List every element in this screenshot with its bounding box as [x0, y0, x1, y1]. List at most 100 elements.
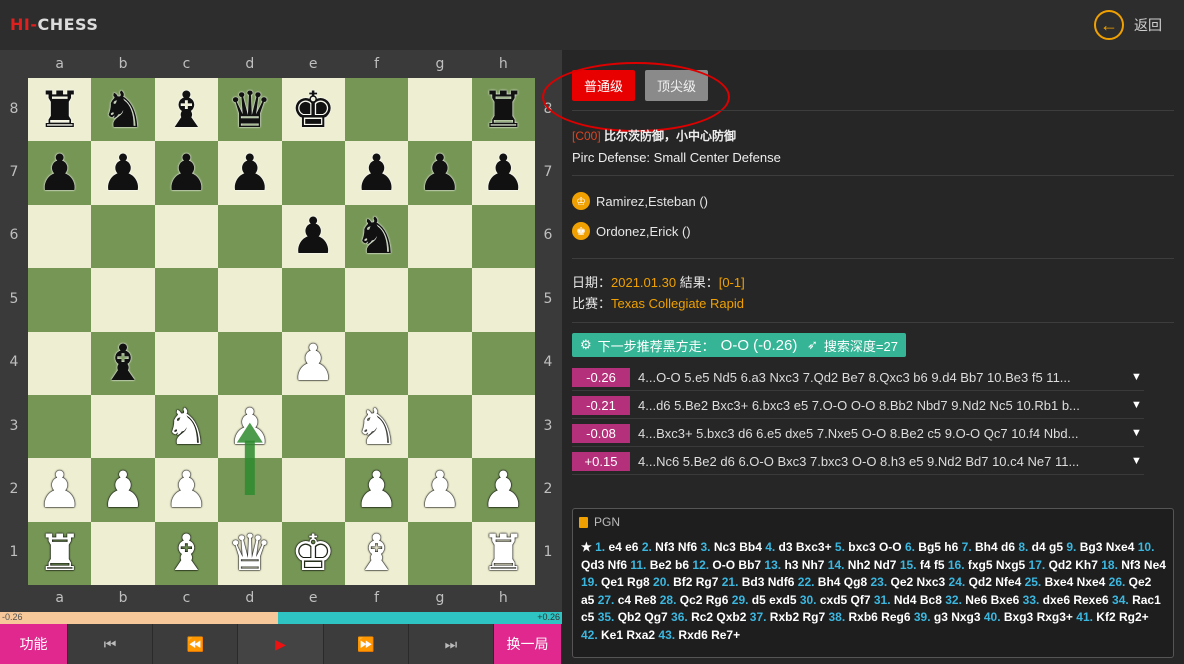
square-b2[interactable]: ♟ [91, 458, 155, 522]
white-pawn-icon[interactable]: ♟ [481, 465, 526, 515]
first-move-button[interactable]: ⏮ [68, 624, 154, 664]
square-f6[interactable]: ♞ [344, 204, 409, 269]
back-button[interactable]: ← 返回 [1094, 10, 1162, 40]
square-c7[interactable]: ♟ [154, 141, 219, 205]
square-e6[interactable]: ♟ [281, 204, 345, 269]
white-pawn-icon[interactable]: ♟ [37, 465, 82, 515]
square-c3[interactable]: ♞ [154, 394, 219, 459]
square-f8[interactable] [344, 78, 409, 142]
white-bishop-icon[interactable]: ♝ [164, 528, 209, 578]
move-pair[interactable]: Rxb6 Reg6 [848, 610, 913, 624]
square-h8[interactable]: ♜ [471, 78, 535, 142]
black-bishop-icon[interactable]: ♝ [164, 85, 209, 135]
square-b7[interactable]: ♟ [91, 141, 155, 205]
move-pair[interactable]: d3 Bxc3+ [779, 540, 835, 554]
square-d2[interactable] [218, 458, 282, 522]
black-pawn-icon[interactable]: ♟ [481, 148, 526, 198]
square-g3[interactable] [408, 394, 472, 459]
last-move-button[interactable]: ⏭ [408, 624, 495, 664]
move-pair[interactable]: Nd4 Bc8 [894, 593, 945, 607]
expand-icon[interactable]: ▼ [1131, 371, 1142, 383]
engine-line[interactable]: -0.21 4...d6 5.Be2 Bxc3+ 6.bxc3 e5 7.O-O … [572, 392, 1144, 419]
square-a6[interactable] [28, 204, 92, 269]
square-d3[interactable]: ♟ [218, 394, 282, 459]
square-b1[interactable] [91, 521, 155, 585]
square-d1[interactable]: ♛ [218, 521, 282, 585]
expand-icon[interactable]: ▼ [1131, 455, 1142, 467]
white-pawn-icon[interactable]: ♟ [164, 465, 209, 515]
square-f5[interactable] [344, 268, 409, 332]
square-c1[interactable]: ♝ [154, 521, 219, 585]
square-d4[interactable] [218, 331, 282, 395]
square-d7[interactable]: ♟ [218, 141, 282, 205]
expand-icon[interactable]: ▼ [1131, 427, 1142, 439]
black-knight-icon[interactable]: ♞ [354, 211, 399, 261]
square-e5[interactable] [281, 268, 345, 332]
square-a8[interactable]: ♜ [28, 78, 92, 142]
move-pair[interactable]: c4 Re8 [618, 593, 660, 607]
play-button[interactable]: ▶ [238, 624, 324, 664]
square-g7[interactable]: ♟ [408, 141, 472, 205]
square-f3[interactable]: ♞ [344, 394, 409, 459]
expand-icon[interactable]: ▼ [1131, 399, 1142, 411]
square-e3[interactable] [281, 394, 345, 459]
square-h6[interactable] [471, 204, 535, 269]
square-h2[interactable]: ♟ [471, 458, 535, 522]
move-pair[interactable]: d4 g5 [1032, 540, 1067, 554]
move-pair[interactable]: Bxg3 Rxg3+ [1004, 610, 1076, 624]
prev-move-button[interactable]: ⏪ [153, 624, 239, 664]
black-pawn-icon[interactable]: ♟ [227, 148, 272, 198]
square-a5[interactable] [28, 268, 92, 332]
engine-line[interactable]: +0.15 4...Nc6 5.Be2 d6 6.O-O Bxc3 7.bxc3 … [572, 448, 1144, 475]
move-pair[interactable]: Ne6 Bxe6 [965, 593, 1022, 607]
square-g1[interactable] [408, 521, 472, 585]
white-knight-icon[interactable]: ♞ [354, 402, 399, 452]
move-pair[interactable]: Kf2 Rg2+ [1096, 610, 1148, 624]
white-pawn-icon[interactable]: ♟ [354, 465, 399, 515]
engine-line[interactable]: -0.08 4...Bxc3+ 5.bxc3 d6 6.e5 dxe5 7.Nxe… [572, 420, 1144, 447]
square-h1[interactable]: ♜ [471, 521, 535, 585]
square-f7[interactable]: ♟ [344, 141, 409, 205]
white-pawn-icon[interactable]: ♟ [227, 402, 272, 452]
move-pair[interactable]: Bf2 Rg7 [673, 575, 722, 589]
square-g8[interactable] [408, 78, 472, 142]
black-pawn-icon[interactable]: ♟ [291, 211, 336, 261]
move-pair[interactable]: Qd3 Nf6 [581, 558, 630, 572]
move-pair[interactable]: Bg5 h6 [918, 540, 961, 554]
move-pair[interactable]: Bd3 Ndf6 [742, 575, 798, 589]
black-rook-icon[interactable]: ♜ [37, 85, 82, 135]
square-d5[interactable] [218, 268, 282, 332]
move-pair[interactable]: Qe1 Rg8 [601, 575, 653, 589]
white-bishop-icon[interactable]: ♝ [354, 528, 399, 578]
square-g6[interactable] [408, 204, 472, 269]
move-pair[interactable]: bxc3 O-O [848, 540, 905, 554]
square-g5[interactable] [408, 268, 472, 332]
square-d6[interactable] [218, 204, 282, 269]
black-queen-icon[interactable]: ♛ [227, 85, 272, 135]
move-pair[interactable]: Qe2 Nxc3 [891, 575, 949, 589]
move-pair[interactable]: Nh2 Nd7 [848, 558, 900, 572]
square-b6[interactable] [91, 204, 155, 269]
move-pair[interactable]: cxd5 Qf7 [820, 593, 874, 607]
black-pawn-icon[interactable]: ♟ [418, 148, 463, 198]
move-pair[interactable]: Bh4 Qg8 [818, 575, 871, 589]
move-pair[interactable]: d5 exd5 [752, 593, 800, 607]
square-e8[interactable]: ♚ [281, 78, 345, 142]
move-pair[interactable]: Rxd6 Re7+ [678, 628, 740, 642]
move-pair[interactable]: Qd2 Nfe4 [969, 575, 1025, 589]
square-h4[interactable] [471, 331, 535, 395]
move-pair[interactable]: dxe6 Rexe6 [1043, 593, 1112, 607]
move-pair[interactable]: Nf3 Nf6 [655, 540, 700, 554]
square-f4[interactable] [344, 331, 409, 395]
square-c2[interactable]: ♟ [154, 458, 219, 522]
square-e2[interactable] [281, 458, 345, 522]
white-king-icon[interactable]: ♚ [291, 528, 336, 578]
white-rook-icon[interactable]: ♜ [37, 528, 82, 578]
move-pair[interactable]: Qc2 Rg6 [680, 593, 732, 607]
move-pair[interactable]: Rxb2 Rg7 [770, 610, 829, 624]
square-e4[interactable]: ♟ [281, 331, 345, 395]
new-game-button[interactable]: 换一局 [494, 624, 563, 664]
white-pawn-icon[interactable]: ♟ [101, 465, 146, 515]
square-a2[interactable]: ♟ [28, 458, 92, 522]
black-king-icon[interactable]: ♚ [291, 85, 336, 135]
